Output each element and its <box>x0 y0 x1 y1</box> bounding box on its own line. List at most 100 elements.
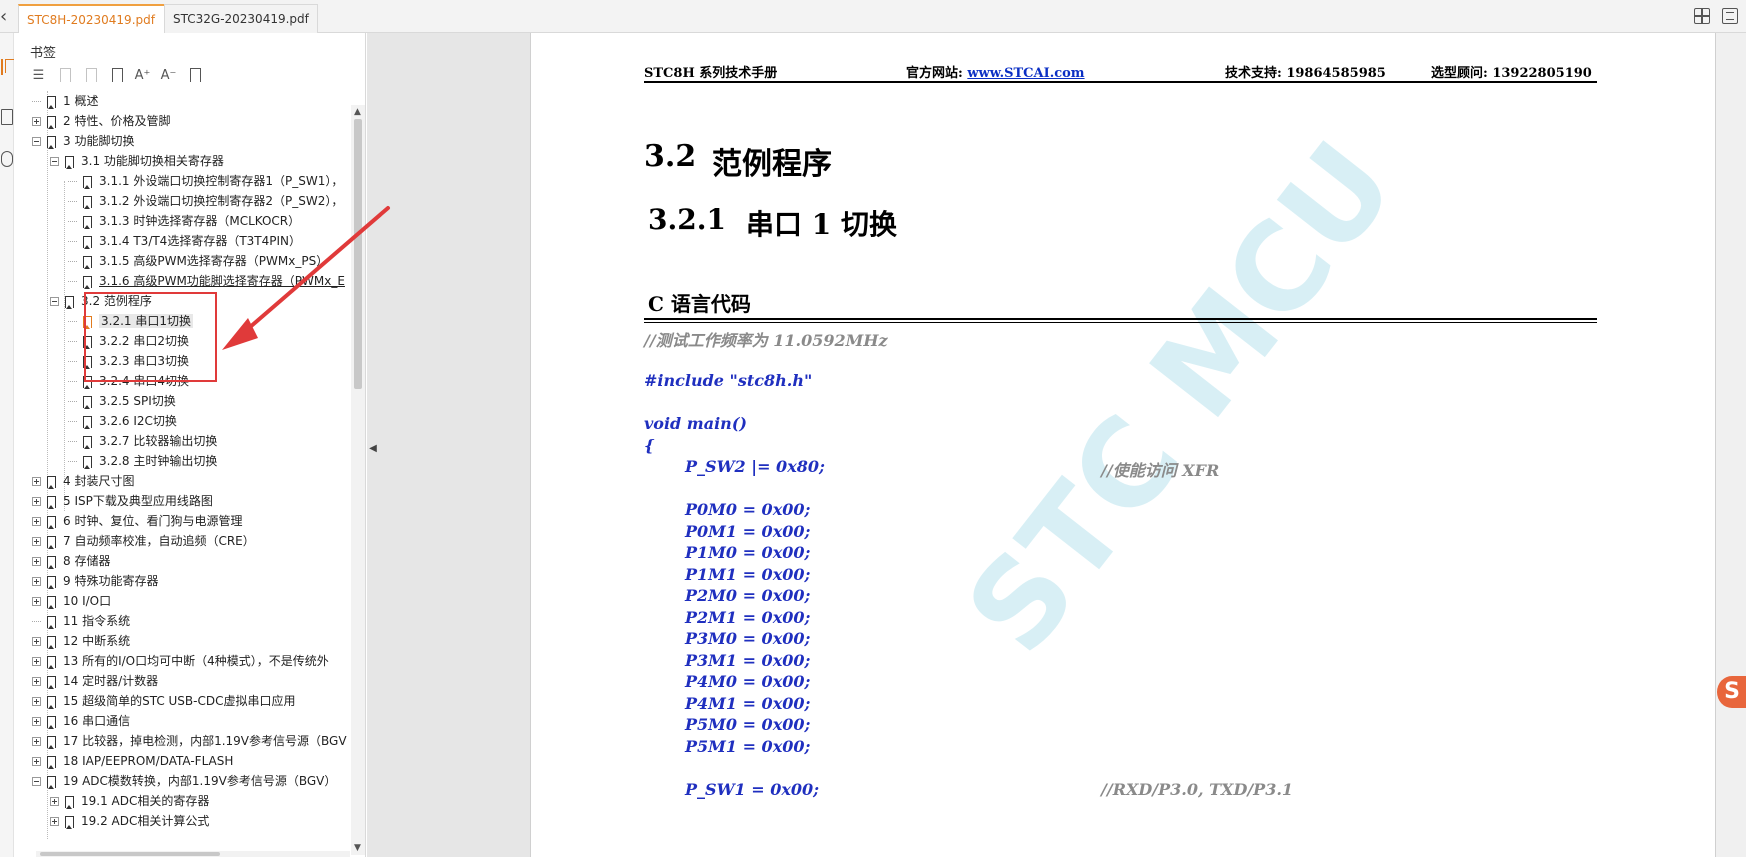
bookmark-item[interactable]: 19 ADC模数转换，内部1.19V参考信号源（BGV） <box>32 771 336 791</box>
expand-icon[interactable] <box>32 537 41 546</box>
expand-icon[interactable] <box>32 477 41 486</box>
add-bookmark-icon[interactable] <box>82 67 99 84</box>
bookmark-item[interactable]: 8 存储器 <box>32 551 110 571</box>
bookmark-label: 19.2 ADC相关计算公式 <box>81 814 210 828</box>
bookmark-item[interactable]: 6 时钟、复位、看门狗与电源管理 <box>32 511 242 531</box>
panel-horizontal-scrollbar[interactable] <box>36 851 350 857</box>
bookmark-item[interactable]: 3.1.2 外设端口切换控制寄存器2（P_SW2）， <box>68 191 343 211</box>
find-bookmark-icon[interactable] <box>186 67 203 84</box>
bookmark-icon <box>47 695 56 709</box>
ime-logo-icon[interactable]: S <box>1717 676 1746 708</box>
decrease-font-icon[interactable]: A⁻ <box>160 67 177 84</box>
bookmark-item[interactable]: 12 中断系统 <box>32 631 130 651</box>
bookmark-item[interactable]: 5 ISP下载及典型应用线路图 <box>32 491 213 511</box>
bookmark-item[interactable]: 2 特性、价格及管脚 <box>32 111 170 131</box>
comment-icon[interactable] <box>1 151 13 167</box>
bookmark-item[interactable]: 3.1.4 T3/T4选择寄存器（T3T4PIN） <box>68 231 301 251</box>
scroll-up-icon[interactable]: ▲ <box>354 107 361 117</box>
bookmark-icon <box>83 195 92 209</box>
bookmark-item[interactable]: 3 功能脚切换 <box>32 131 134 151</box>
expand-icon[interactable] <box>32 717 41 726</box>
expand-icon[interactable] <box>32 117 41 126</box>
bookmark-item[interactable]: 15 超级简单的STC USB-CDC虚拟串口应用 <box>32 691 295 711</box>
expand-icon[interactable] <box>50 797 59 806</box>
bookmark-icon <box>47 655 56 669</box>
grid-view-icon[interactable] <box>1694 8 1710 24</box>
document-scrollbar[interactable] <box>1716 33 1746 857</box>
reading-mode-icon[interactable] <box>1722 8 1738 24</box>
subsection-number: 3.2.1 <box>648 203 726 236</box>
expand-icon[interactable] <box>32 597 41 606</box>
bookmark-icon <box>47 95 56 109</box>
bookmark-item[interactable]: 7 自动频率校准，自动追频（CRE） <box>32 531 255 551</box>
bookmark-icon <box>47 715 56 729</box>
expand-icon[interactable] <box>32 517 41 526</box>
expand-icon[interactable] <box>32 657 41 666</box>
bookmark-item[interactable]: 3.1.5 高级PWM选择寄存器（PWMx_PS） <box>68 251 328 271</box>
bookmark-item[interactable]: 3.2.8 主时钟输出切换 <box>68 451 217 471</box>
bookmark-item[interactable]: 17 比较器，掉电检测，内部1.19V参考信号源（BGV <box>32 731 347 751</box>
tree-connector <box>68 441 77 442</box>
bookmark-item[interactable]: 3.1.6 高级PWM功能脚选择寄存器（PWMx_E <box>68 271 345 291</box>
expand-icon[interactable] <box>32 637 41 646</box>
bookmark-item[interactable]: 4 封装尺寸图 <box>32 471 134 491</box>
tree-connector <box>68 421 77 422</box>
bookmark-item[interactable]: 9 特殊功能寄存器 <box>32 571 158 591</box>
expand-icon[interactable] <box>32 677 41 686</box>
expand-icon[interactable] <box>32 757 41 766</box>
bookmark-item[interactable]: 13 所有的I/O口均可中断（4种模式），不是传统外 <box>32 651 329 671</box>
collapse-icon[interactable] <box>50 297 59 306</box>
code-line: { <box>644 436 655 455</box>
bookmark-label: 3.1.2 外设端口切换控制寄存器2（P_SW2）， <box>99 194 344 208</box>
bookmark-panel-icon[interactable] <box>1 59 15 75</box>
bookmark-item[interactable]: 3.2.5 SPI切换 <box>68 391 176 411</box>
bookmark-item[interactable]: 10 I/O口 <box>32 591 111 611</box>
increase-font-icon[interactable]: A⁺ <box>134 67 151 84</box>
bookmark-item[interactable]: 18 IAP/EEPROM/DATA-FLASH <box>32 751 233 771</box>
bookmark-item[interactable]: 3.1.1 外设端口切换控制寄存器1（P_SW1）， <box>68 171 343 191</box>
panel-vertical-scrollbar[interactable]: ▲ ▼ <box>351 105 365 855</box>
scroll-down-icon[interactable]: ▼ <box>354 843 361 853</box>
bookmark-item[interactable]: 3.1 功能脚切换相关寄存器 <box>50 151 224 171</box>
collapse-panel-icon[interactable]: ◀ <box>368 438 378 460</box>
expand-icon[interactable] <box>32 557 41 566</box>
expand-icon[interactable] <box>32 737 41 746</box>
expand-icon[interactable] <box>50 817 59 826</box>
expand-icon[interactable] <box>32 497 41 506</box>
delete-bookmark-icon[interactable] <box>56 67 73 84</box>
expand-icon[interactable] <box>32 577 41 586</box>
collapse-icon[interactable] <box>50 157 59 166</box>
bookmark-icon <box>47 615 56 629</box>
bookmark-item[interactable]: 16 串口通信 <box>32 711 130 731</box>
scrollbar-thumb[interactable] <box>40 852 220 856</box>
code-line: P2M0 = 0x00; <box>685 586 811 605</box>
new-bookmark-icon[interactable] <box>108 67 125 84</box>
tree-connector <box>68 201 77 202</box>
list-icon[interactable]: ☰ <box>30 67 47 84</box>
code-line: P4M1 = 0x00; <box>685 694 811 713</box>
bookmark-icon <box>83 275 92 289</box>
bookmark-item[interactable]: 3.2.7 比较器输出切换 <box>68 431 217 451</box>
collapse-icon[interactable] <box>32 777 41 786</box>
bookmark-item[interactable]: 11 指令系统 <box>32 611 130 631</box>
bookmark-item[interactable]: 1 概述 <box>32 91 98 111</box>
bookmark-item[interactable]: 19.2 ADC相关计算公式 <box>50 811 209 831</box>
tree-connector <box>32 621 41 622</box>
back-icon[interactable]: ‹ <box>0 6 16 28</box>
bookmark-item[interactable]: 3.2.6 I2C切换 <box>68 411 177 431</box>
bookmark-item[interactable]: 19.1 ADC相关的寄存器 <box>50 791 209 811</box>
scrollbar-thumb[interactable] <box>354 119 362 389</box>
bookmark-label: 9 特殊功能寄存器 <box>63 574 159 588</box>
tab-stc32g[interactable]: STC32G-20230419.pdf <box>164 4 318 33</box>
page-thumbnail-icon[interactable] <box>1 109 13 125</box>
expand-icon[interactable] <box>32 697 41 706</box>
header-site-link[interactable]: www.STCAI.com <box>967 66 1084 81</box>
bookmark-icon <box>47 775 56 789</box>
bookmark-label: 3.2.5 SPI切换 <box>99 394 176 408</box>
header-advisor: 选型顾问: 13922805190 <box>1431 66 1592 81</box>
collapse-icon[interactable] <box>32 137 41 146</box>
bookmark-label: 18 IAP/EEPROM/DATA-FLASH <box>63 754 234 768</box>
bookmark-item[interactable]: 14 定时器/计数器 <box>32 671 158 691</box>
bookmark-label: 4 封装尺寸图 <box>63 474 135 488</box>
bookmark-item[interactable]: 3.1.3 时钟选择寄存器（MCLKOCR） <box>68 211 300 231</box>
